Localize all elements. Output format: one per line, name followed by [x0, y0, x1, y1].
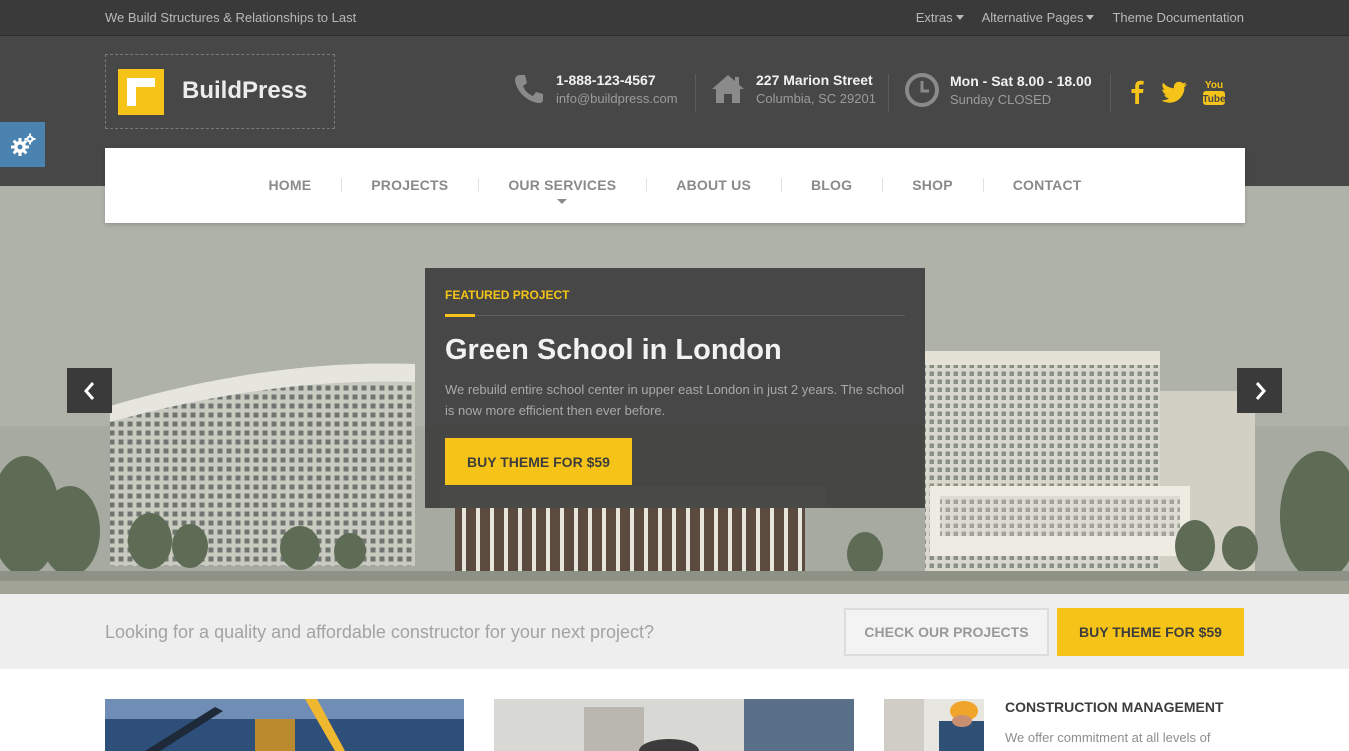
renovation-image	[494, 699, 854, 751]
facebook-icon[interactable]	[1128, 80, 1146, 104]
twitter-icon[interactable]	[1162, 81, 1188, 103]
slider-prev-button[interactable]	[67, 368, 112, 413]
youtube-tube-text: Tube	[1202, 94, 1226, 105]
service-title[interactable]: CONSTRUCTION MANAGEMENT	[1005, 699, 1224, 715]
nav-item-blog[interactable]: BLOG	[781, 177, 882, 193]
accent-divider	[445, 314, 475, 317]
working-hours: Mon - Sat 8.00 - 18.00	[950, 73, 1092, 89]
settings-button[interactable]	[0, 122, 45, 167]
alternative-pages-label: Alternative Pages	[981, 10, 1084, 25]
hero-slider: FEATURED PROJECT Green School in London …	[0, 186, 1349, 594]
clock-icon	[905, 73, 939, 107]
cta-buy-theme-button[interactable]: BUY THEME FOR $59	[1057, 608, 1244, 656]
hero-title: Green School in London	[445, 334, 782, 366]
extras-label: Extras	[915, 10, 953, 25]
buy-theme-button[interactable]: BUY THEME FOR $59	[445, 438, 632, 485]
featured-project-tag: FEATURED PROJECT	[445, 288, 570, 302]
nav-item-projects[interactable]: PROJECTS	[341, 177, 478, 193]
check-projects-button[interactable]: CHECK OUR PROJECTS	[844, 608, 1049, 656]
email-address: info@buildpress.com	[556, 91, 678, 106]
top-links: Extras Alternative Pages Theme Documenta…	[916, 10, 1244, 25]
service-image[interactable]	[884, 699, 984, 751]
project-image[interactable]	[494, 699, 854, 751]
nav-item-our-services-label: OUR SERVICES	[508, 177, 617, 193]
divider	[888, 74, 889, 112]
nav-item-about-us[interactable]: ABOUT US	[646, 177, 781, 193]
crane-image	[105, 699, 464, 751]
slider-next-button[interactable]	[1237, 368, 1282, 413]
alternative-pages-menu[interactable]: Alternative Pages	[982, 10, 1095, 25]
chevron-down-icon	[955, 15, 964, 20]
gears-icon	[10, 133, 35, 156]
home-icon	[712, 75, 744, 103]
divider	[445, 315, 905, 316]
contact-address: 227 Marion Street Columbia, SC 29201	[710, 72, 876, 106]
featured-project-card: FEATURED PROJECT Green School in London …	[425, 268, 925, 508]
construction-worker-image	[884, 699, 984, 751]
divider	[1110, 74, 1111, 112]
chevron-right-icon	[1255, 381, 1266, 400]
nav-item-our-services[interactable]: OUR SERVICES	[478, 177, 646, 204]
hero-description: We rebuild entire school center in upper…	[445, 382, 905, 418]
service-description: We offer commitment at all levels of bui…	[1005, 730, 1211, 745]
street-address: 227 Marion Street	[756, 72, 873, 88]
theme-documentation-link[interactable]: Theme Documentation	[1112, 10, 1244, 25]
nav-item-contact[interactable]: CONTACT	[982, 177, 1112, 193]
extras-menu[interactable]: Extras	[916, 10, 964, 25]
social-links: You Tube	[1128, 78, 1226, 106]
project-image[interactable]	[105, 699, 464, 751]
city-address: Columbia, SC 29201	[756, 91, 876, 106]
nav-item-shop[interactable]: SHOP	[882, 177, 982, 193]
contact-hours: Mon - Sat 8.00 - 18.00 Sunday CLOSED	[904, 72, 1092, 108]
call-to-action: Looking for a quality and affordable con…	[0, 594, 1349, 669]
phone-icon	[515, 75, 543, 103]
tagline: We Build Structures & Relationships to L…	[105, 10, 357, 25]
contact-phone: 1-888-123-4567 info@buildpress.com	[512, 72, 678, 106]
phone-number: 1-888-123-4567	[556, 72, 656, 88]
chevron-down-icon	[557, 199, 568, 204]
chevron-down-icon	[1086, 15, 1095, 20]
youtube-icon[interactable]: You Tube	[1202, 78, 1226, 106]
chevron-left-icon	[83, 381, 94, 400]
logo-text: BuildPress	[182, 77, 308, 104]
cta-text: Looking for a quality and affordable con…	[105, 622, 654, 642]
top-bar: We Build Structures & Relationships to L…	[0, 0, 1349, 36]
youtube-you-text: You	[1205, 80, 1223, 91]
main-navigation: HOME PROJECTS OUR SERVICES ABOUT US BLOG…	[105, 148, 1245, 223]
logo[interactable]: BuildPress	[105, 54, 335, 129]
divider	[695, 74, 696, 112]
nav-item-home[interactable]: HOME	[238, 177, 341, 193]
sunday-hours: Sunday CLOSED	[950, 92, 1052, 107]
logo-icon	[118, 69, 164, 115]
